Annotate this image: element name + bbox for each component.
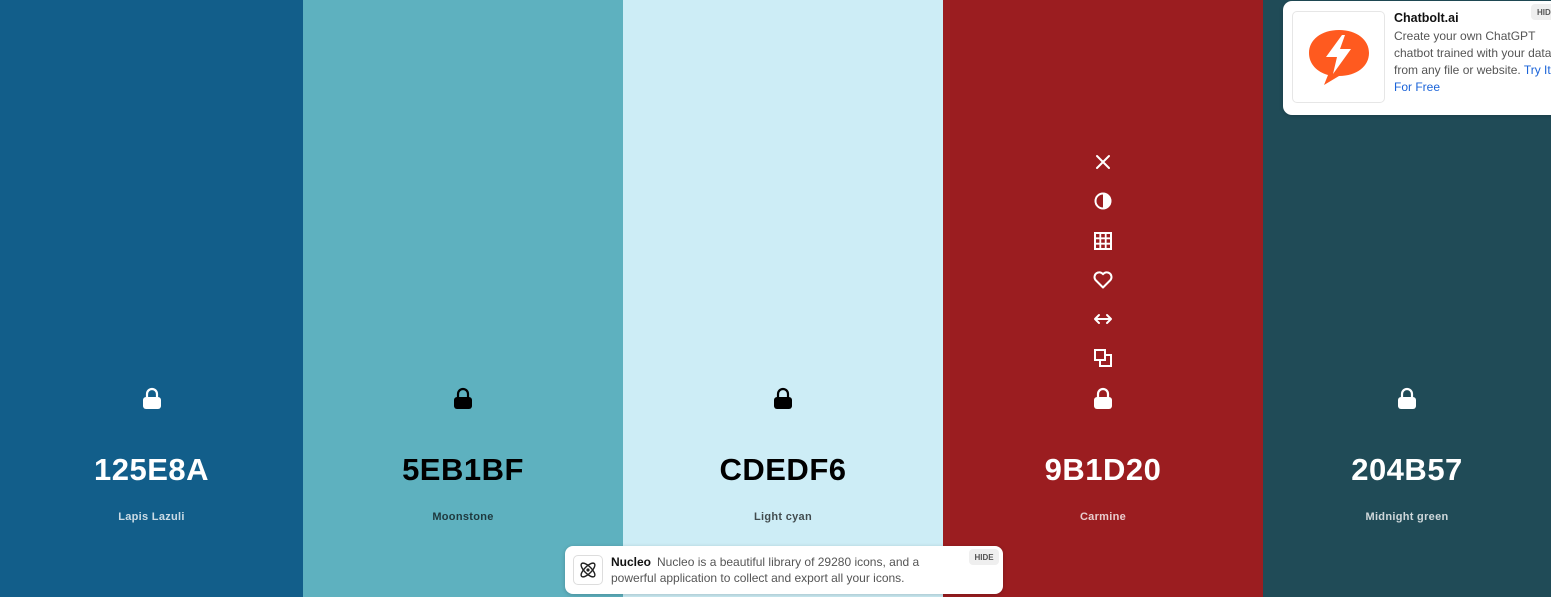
- lock-icon[interactable]: [1091, 385, 1115, 411]
- lock-icon[interactable]: [451, 385, 475, 411]
- toast-body: Nucleo Nucleo is a beautiful library of 2…: [611, 554, 961, 586]
- copy-icon[interactable]: [1091, 346, 1115, 370]
- hex-code[interactable]: CDEDF6: [623, 452, 943, 488]
- chatbolt-logo-icon[interactable]: [1292, 11, 1385, 103]
- swatch-toolbar: [1091, 150, 1115, 386]
- sponsor-ad[interactable]: Chatbolt.ai Create your own ChatGPT chat…: [1283, 1, 1551, 115]
- hex-code[interactable]: 9B1D20: [943, 452, 1263, 488]
- toast-hide-button[interactable]: HIDE: [969, 549, 999, 565]
- nucleo-promo[interactable]: Nucleo Nucleo is a beautiful library of 2…: [565, 546, 1003, 594]
- drag-arrows-icon[interactable]: [1091, 307, 1115, 331]
- color-name[interactable]: Midnight green: [1263, 511, 1551, 523]
- color-name[interactable]: Lapis Lazuli: [0, 511, 303, 523]
- color-swatch-moonstone[interactable]: 5EB1BF Moonstone: [303, 0, 623, 597]
- ad-hide-button[interactable]: HIDE: [1531, 4, 1551, 20]
- color-swatch-lapis-lazuli[interactable]: 125E8A Lapis Lazuli: [0, 0, 303, 597]
- close-icon[interactable]: [1091, 150, 1115, 174]
- ad-text: Create your own ChatGPT chatbot trained …: [1394, 28, 1551, 96]
- shades-grid-icon[interactable]: [1091, 229, 1115, 253]
- hex-code[interactable]: 204B57: [1263, 452, 1551, 488]
- color-name[interactable]: Light cyan: [623, 511, 943, 523]
- lock-icon[interactable]: [771, 385, 795, 411]
- color-swatch-carmine[interactable]: 9B1D20 Carmine: [943, 0, 1263, 597]
- lock-icon[interactable]: [1395, 385, 1419, 411]
- contrast-icon[interactable]: [1091, 189, 1115, 213]
- color-swatch-light-cyan[interactable]: CDEDF6 Light cyan: [623, 0, 943, 597]
- color-name[interactable]: Moonstone: [303, 511, 623, 523]
- hex-code[interactable]: 125E8A: [0, 452, 303, 488]
- lock-icon[interactable]: [140, 385, 164, 411]
- color-name[interactable]: Carmine: [943, 511, 1263, 523]
- heart-icon[interactable]: [1091, 268, 1115, 292]
- toast-text: Nucleo is a beautiful library of 29280 i…: [611, 555, 920, 585]
- ad-title: Chatbolt.ai: [1394, 11, 1459, 25]
- hex-code[interactable]: 5EB1BF: [303, 452, 623, 488]
- nucleo-atom-icon: [573, 555, 603, 585]
- toast-title: Nucleo: [611, 555, 652, 569]
